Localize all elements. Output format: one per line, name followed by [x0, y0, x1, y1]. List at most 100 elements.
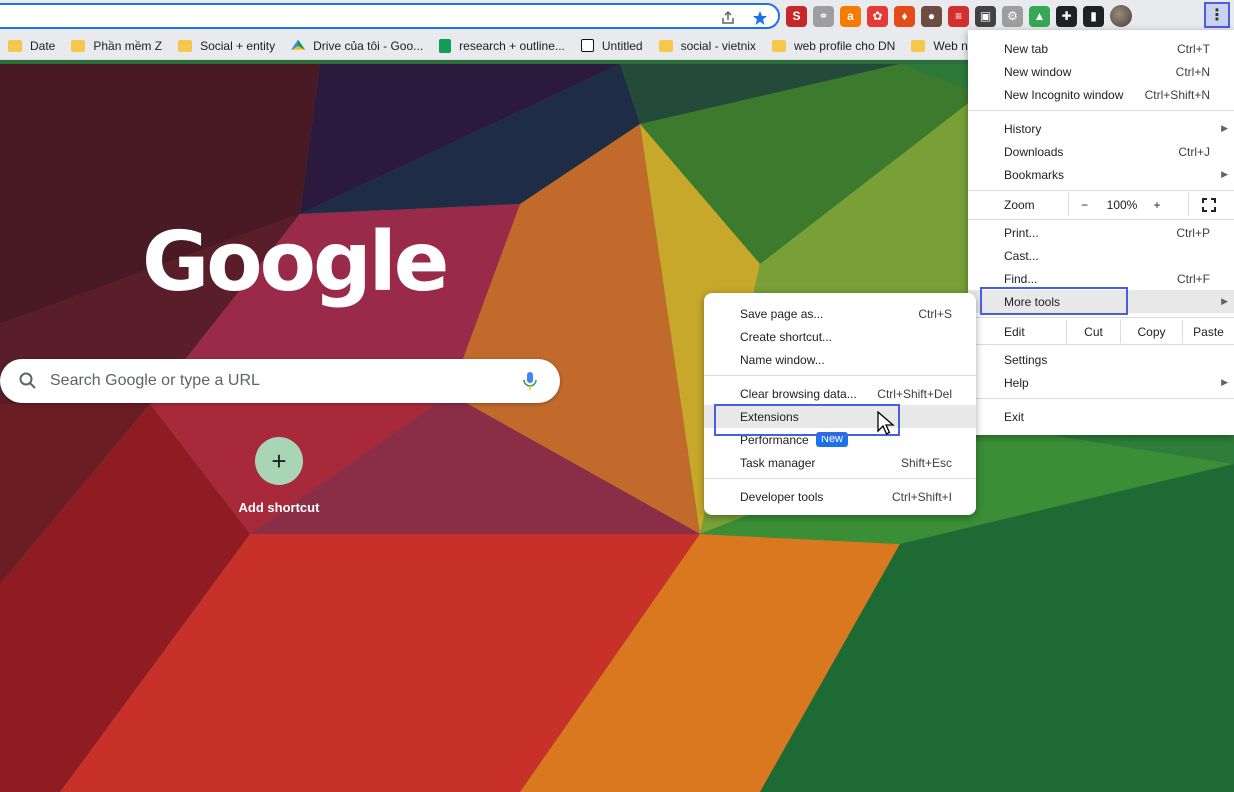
puzzle-icon[interactable]: ✚: [1056, 5, 1077, 27]
sheets-icon: [439, 38, 452, 53]
bookmark-item[interactable]: Drive của tôi - Goo...: [283, 32, 431, 60]
zoom-out-button[interactable]: −: [1068, 193, 1100, 216]
shortcut-text: Ctrl+S: [918, 306, 952, 321]
chrome-menu-button[interactable]: ⋮: [1204, 2, 1230, 28]
menu-item-label: Cast...: [1004, 248, 1039, 263]
menu-item-performance[interactable]: Performance New: [704, 428, 976, 451]
extension-icon-6[interactable]: ●: [921, 5, 942, 27]
share-icon[interactable]: [720, 10, 736, 26]
extension-icon-8[interactable]: ▣: [975, 5, 996, 27]
bookmark-item[interactable]: Web n: [903, 32, 975, 60]
chevron-right-icon: ▶: [1221, 296, 1228, 306]
bookmark-item[interactable]: Date: [0, 32, 63, 60]
menu-item-create-shortcut[interactable]: Create shortcut...: [704, 325, 976, 348]
profile-avatar[interactable]: [1110, 5, 1132, 27]
menu-item-label: Developer tools: [740, 489, 824, 504]
menu-item-bookmarks[interactable]: Bookmarks ▶: [968, 163, 1234, 186]
shortcut-text: Ctrl+N: [1175, 64, 1210, 79]
chevron-right-icon: ▶: [1221, 377, 1228, 387]
extension-icon-4[interactable]: ✿: [867, 5, 888, 27]
menu-item-save-page[interactable]: Save page as... Ctrl+S: [704, 302, 976, 325]
menu-item-print[interactable]: Print... Ctrl+P: [968, 221, 1234, 244]
menu-item-clear-browsing-data[interactable]: Clear browsing data... Ctrl+Shift+Del: [704, 382, 976, 405]
menu-item-task-manager[interactable]: Task manager Shift+Esc: [704, 451, 976, 474]
folder-icon: [178, 39, 193, 52]
bookmark-label: research + outline...: [459, 38, 565, 53]
menu-item-label: Help: [1004, 375, 1029, 390]
folder-icon: [911, 39, 926, 52]
bookmark-label: Social + entity: [200, 38, 276, 53]
address-bar[interactable]: [0, 3, 780, 29]
star-icon[interactable]: [752, 10, 768, 26]
bookmark-label: Drive của tôi - Goo...: [313, 38, 424, 53]
extension-icon-5[interactable]: ♦: [894, 5, 915, 27]
menu-item-exit[interactable]: Exit: [968, 405, 1234, 428]
menu-item-settings[interactable]: Settings: [968, 348, 1234, 371]
zoom-level-value: 100%: [1106, 197, 1138, 212]
paste-button[interactable]: Paste: [1182, 320, 1234, 343]
drive-icon: [291, 39, 306, 50]
menu-item-label: New Incognito window: [1004, 87, 1124, 102]
menu-item-label: Task manager: [740, 455, 816, 470]
menu-item-cast[interactable]: Cast...: [968, 244, 1234, 267]
menu-item-label: Create shortcut...: [740, 329, 833, 344]
microphone-icon[interactable]: [520, 370, 540, 392]
add-shortcut-label: Add shortcut: [238, 500, 320, 515]
shortcut-text: Ctrl+Shift+N: [1144, 87, 1210, 102]
menu-item-label: Save page as...: [740, 306, 824, 321]
menu-item-name-window[interactable]: Name window...: [704, 348, 976, 371]
menu-item-new-tab[interactable]: New tab Ctrl+T: [968, 37, 1234, 60]
menu-item-developer-tools[interactable]: Developer tools Ctrl+Shift+I: [704, 485, 976, 508]
chevron-right-icon: ▶: [1221, 123, 1228, 133]
menu-item-label: New tab: [1004, 41, 1049, 56]
menu-item-downloads[interactable]: Downloads Ctrl+J: [968, 140, 1234, 163]
fullscreen-icon[interactable]: [1188, 193, 1228, 216]
extension-icon-3[interactable]: a: [840, 5, 861, 27]
notion-icon: [580, 39, 594, 52]
shortcut-text: Ctrl+Shift+Del: [877, 386, 952, 401]
menu-divider: [968, 219, 1234, 220]
bookmark-item[interactable]: research + outline...: [431, 32, 573, 60]
folder-icon: [658, 39, 673, 52]
menu-item-label: Settings: [1004, 352, 1048, 367]
menu-item-help[interactable]: Help ▶: [968, 371, 1234, 394]
extension-icon-7[interactable]: ≡: [948, 5, 969, 27]
bookmark-label: Date: [30, 38, 56, 53]
bookmark-item[interactable]: Phần mềm Z: [63, 32, 170, 60]
menu-item-history[interactable]: History ▶: [968, 117, 1234, 140]
shortcut-text: Ctrl+F: [1177, 271, 1210, 286]
cut-button[interactable]: Cut: [1066, 320, 1120, 343]
extension-icon-2[interactable]: ⚭: [813, 5, 834, 27]
drive-extension-icon[interactable]: ▲: [1029, 5, 1050, 27]
menu-item-extensions[interactable]: Extensions: [704, 405, 976, 428]
search-box[interactable]: Search Google or type a URL: [0, 359, 560, 403]
menu-divider: [968, 317, 1234, 318]
menu-item-find[interactable]: Find... Ctrl+F: [968, 267, 1234, 290]
menu-item-new-incognito-window[interactable]: New Incognito window Ctrl+Shift+N: [968, 83, 1234, 106]
sidepanel-icon[interactable]: ▮: [1083, 5, 1104, 27]
chevron-right-icon: ▶: [1221, 169, 1228, 179]
extension-strip: S ⚭ a ✿ ♦ ● ≡ ▣ ⚙ ▲ ✚ ▮: [786, 4, 1132, 28]
menu-item-label: Downloads: [1004, 144, 1064, 159]
extension-icon-1[interactable]: S: [786, 5, 807, 27]
add-shortcut-button[interactable]: +: [255, 437, 303, 485]
copy-button[interactable]: Copy: [1120, 320, 1182, 343]
bookmark-label: Phần mềm Z: [93, 38, 163, 53]
menu-item-more-tools[interactable]: More tools ▶: [968, 290, 1234, 313]
menu-item-label: Clear browsing data...: [740, 386, 857, 401]
menu-item-label: Print...: [1004, 225, 1039, 240]
menu-item-new-window[interactable]: New window Ctrl+N: [968, 60, 1234, 83]
menu-item-label: Bookmarks: [1004, 167, 1065, 182]
menu-item-label: Name window...: [740, 352, 825, 367]
extension-icon-9[interactable]: ⚙: [1002, 5, 1023, 27]
bookmark-item[interactable]: social - vietnix: [651, 32, 764, 60]
bookmark-item[interactable]: Untitled: [573, 32, 651, 60]
bookmark-item[interactable]: web profile cho DN: [764, 32, 903, 60]
shortcut-text: Ctrl+T: [1177, 41, 1210, 56]
bookmark-item[interactable]: Social + entity: [170, 32, 283, 60]
chrome-main-menu: New tab Ctrl+T New window Ctrl+N New Incog…: [968, 30, 1234, 435]
bookmark-label: web profile cho DN: [793, 38, 896, 53]
shortcut-text: Ctrl+J: [1178, 144, 1210, 159]
zoom-in-button[interactable]: +: [1144, 193, 1170, 216]
menu-divider: [968, 398, 1234, 399]
